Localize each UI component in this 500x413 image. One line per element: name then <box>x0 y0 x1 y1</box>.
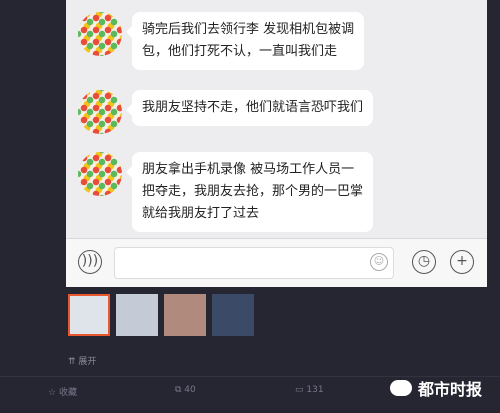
thumbnail[interactable] <box>164 294 206 336</box>
favorite-label: 收藏 <box>58 388 77 398</box>
clock-icon[interactable]: ◷ <box>412 250 436 274</box>
comment-button[interactable]: ▭ 131 <box>295 385 324 395</box>
chat-message: 朋友拿出手机录像 被马场工作人员一 把夺走，我朋友去抢，那个男的一巴掌 就给我朋… <box>78 152 374 232</box>
repost-icon: ⧉ <box>175 385 185 395</box>
expand-link[interactable]: ⇈ 展开 <box>68 354 96 367</box>
message-text: 就给我朋友打了过去 <box>142 206 260 221</box>
wechat-icon <box>389 380 412 396</box>
expand-label: 展开 <box>78 357 97 367</box>
repost-count: 40 <box>184 385 196 395</box>
comment-count: 131 <box>306 385 324 395</box>
message-bubble: 朋友拿出手机录像 被马场工作人员一 把夺走，我朋友去抢，那个男的一巴掌 就给我朋… <box>125 152 374 232</box>
image-thumbnails <box>68 294 254 336</box>
watermark-text: 都市时报 <box>417 380 482 399</box>
emoji-icon[interactable]: ☺ <box>370 253 388 271</box>
avatar[interactable] <box>78 90 122 134</box>
chat-input-bar: ))) ☺ ◷ + <box>66 238 487 287</box>
star-icon: ☆ <box>48 388 59 398</box>
plus-icon[interactable]: + <box>450 250 474 274</box>
chat-message: 骑完后我们去领行李 发现相机包被调 包，他们打死不认，一直叫我们走 <box>78 12 365 70</box>
avatar[interactable] <box>78 152 122 196</box>
avatar[interactable] <box>78 12 122 56</box>
voice-icon[interactable]: ))) <box>78 250 102 274</box>
message-text: 把夺走，我朋友去抢，那个男的一巴掌 <box>142 184 364 199</box>
message-text: 我朋友坚持不走，他们就语言恐吓我们 <box>142 100 364 115</box>
message-text: 朋友拿出手机录像 被马场工作人员一 <box>142 162 355 177</box>
message-text: 包，他们打死不认，一直叫我们走 <box>142 44 338 59</box>
thumbnail[interactable] <box>212 294 254 336</box>
message-bubble: 我朋友坚持不走，他们就语言恐吓我们 <box>125 90 374 126</box>
favorite-button[interactable]: ☆ 收藏 <box>48 385 77 398</box>
thumbnail[interactable] <box>116 294 158 336</box>
message-bubble: 骑完后我们去领行李 发现相机包被调 包，他们打死不认，一直叫我们走 <box>125 12 365 70</box>
collapse-icon: ⇈ <box>68 357 79 367</box>
repost-button[interactable]: ⧉ 40 <box>175 385 196 395</box>
chat-input[interactable] <box>114 247 394 279</box>
chat-message: 我朋友坚持不走，他们就语言恐吓我们 <box>78 90 374 134</box>
watermark: 都市时报 <box>389 376 482 400</box>
comment-icon: ▭ <box>295 385 307 395</box>
chat-screenshot: 骑完后我们去领行李 发现相机包被调 包，他们打死不认，一直叫我们走 我朋友坚持不… <box>66 0 487 287</box>
thumbnail-selected[interactable] <box>68 294 110 336</box>
message-text: 骑完后我们去领行李 发现相机包被调 <box>142 22 355 37</box>
